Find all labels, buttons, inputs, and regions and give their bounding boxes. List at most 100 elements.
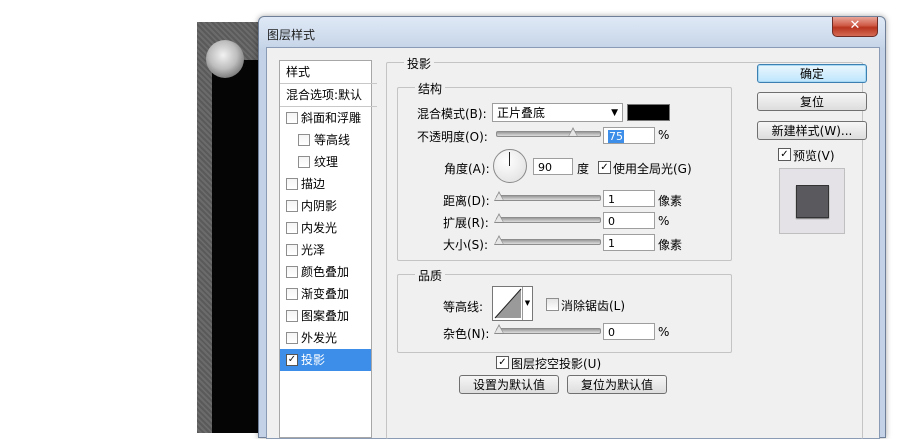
spread-value: 0 — [608, 215, 615, 228]
satin-checkbox[interactable] — [286, 244, 298, 256]
style-item-label: 颜色叠加 — [301, 265, 350, 279]
reset-button[interactable]: 复位 — [757, 92, 867, 111]
canvas-black-area — [212, 60, 261, 433]
size-slider-thumb[interactable] — [494, 235, 504, 245]
distance-label: 距离(D): — [443, 194, 490, 208]
stroke-checkbox[interactable] — [286, 178, 298, 190]
texture-checkbox[interactable] — [298, 156, 310, 168]
style-item-texture[interactable]: 纹理 — [280, 151, 371, 173]
outer-glow-checkbox[interactable] — [286, 332, 298, 344]
blend-mode-select[interactable]: 正片叠底 ▼ — [492, 103, 623, 122]
style-item-label: 图案叠加 — [301, 309, 350, 323]
chevron-down-icon[interactable]: ▼ — [522, 287, 532, 320]
close-icon: ✕ — [849, 18, 861, 33]
spread-unit: % — [658, 214, 670, 228]
close-button[interactable]: ✕ — [832, 17, 878, 37]
style-item-stroke[interactable]: 描边 — [280, 173, 371, 195]
style-item-contour[interactable]: 等高线 — [280, 129, 371, 151]
ok-button[interactable]: 确定 — [757, 64, 867, 83]
style-item-label: 内阴影 — [301, 199, 338, 213]
style-item-drop-shadow[interactable]: ✓ 投影 — [280, 349, 371, 371]
spread-slider[interactable] — [494, 213, 601, 223]
preview-checkbox[interactable]: ✓ — [778, 148, 791, 161]
angle-dial[interactable] — [493, 149, 527, 183]
structure-group-title: 结构 — [415, 80, 446, 97]
size-value: 1 — [608, 237, 615, 250]
angle-input[interactable]: 90 — [533, 158, 573, 175]
contour-picker[interactable]: ▼ — [492, 286, 533, 321]
style-item-color-overlay[interactable]: 颜色叠加 — [280, 261, 371, 283]
distance-value: 1 — [608, 193, 615, 206]
distance-slider[interactable] — [494, 191, 601, 201]
drop-shadow-group-title: 投影 — [404, 55, 435, 72]
style-item-label: 投影 — [301, 353, 326, 367]
style-preview-swatch — [796, 185, 829, 218]
chevron-down-icon: ▼ — [611, 108, 618, 118]
style-item-pattern-overlay[interactable]: 图案叠加 — [280, 305, 371, 327]
spread-input[interactable]: 0 — [603, 212, 655, 229]
layer-style-dialog: 图层样式 ✕ 样式 混合选项:默认 斜面和浮雕 等高线 纹理 描边 内阴影 内发… — [258, 16, 886, 439]
noise-slider-thumb[interactable] — [494, 324, 504, 334]
make-default-button[interactable]: 设置为默认值 — [459, 375, 559, 394]
knockout-checkbox[interactable]: ✓ — [496, 356, 509, 369]
noise-input[interactable]: 0 — [603, 323, 655, 340]
new-style-button[interactable]: 新建样式(W)... — [757, 121, 867, 140]
opacity-input[interactable]: 75 — [603, 127, 655, 144]
inner-shadow-checkbox[interactable] — [286, 200, 298, 212]
opacity-label: 不透明度(O): — [417, 130, 488, 144]
global-light-checkbox[interactable]: ✓ — [598, 161, 611, 174]
angle-value: 90 — [538, 161, 552, 174]
style-item-label: 等高线 — [314, 133, 351, 147]
style-item-satin[interactable]: 光泽 — [280, 239, 371, 261]
distance-input[interactable]: 1 — [603, 190, 655, 207]
spread-label: 扩展(R): — [443, 216, 489, 230]
antialias-label: 消除锯齿(L) — [561, 299, 626, 313]
noise-value: 0 — [608, 326, 615, 339]
size-unit: 像素 — [658, 238, 683, 252]
style-item-label: 外发光 — [301, 331, 338, 345]
shadow-color-fill — [628, 105, 669, 120]
bevel-emboss-checkbox[interactable] — [286, 112, 298, 124]
style-item-bevel-emboss[interactable]: 斜面和浮雕 — [280, 107, 371, 129]
angle-label: 角度(A): — [444, 162, 490, 176]
angle-needle — [509, 152, 510, 166]
drop-shadow-checkbox[interactable]: ✓ — [286, 354, 298, 366]
pattern-overlay-checkbox[interactable] — [286, 310, 298, 322]
style-preview-box — [779, 168, 845, 234]
opacity-slider-thumb[interactable] — [568, 127, 578, 137]
style-item-label: 斜面和浮雕 — [301, 111, 362, 125]
reset-to-default-button[interactable]: 复位为默认值 — [567, 375, 667, 394]
gradient-overlay-checkbox[interactable] — [286, 288, 298, 300]
style-item-inner-shadow[interactable]: 内阴影 — [280, 195, 371, 217]
size-label: 大小(S): — [443, 238, 489, 252]
contour-label: 等高线: — [443, 300, 484, 314]
inner-glow-checkbox[interactable] — [286, 222, 298, 234]
angle-unit: 度 — [577, 162, 590, 176]
style-item-outer-glow[interactable]: 外发光 — [280, 327, 371, 349]
blending-options-item[interactable]: 混合选项:默认 — [280, 84, 377, 107]
opacity-unit: % — [658, 128, 670, 142]
contour-checkbox[interactable] — [298, 134, 310, 146]
global-light-label: 使用全局光(G) — [613, 162, 692, 176]
style-item-inner-glow[interactable]: 内发光 — [280, 217, 371, 239]
noise-slider[interactable] — [494, 324, 601, 334]
antialias-checkbox[interactable] — [546, 298, 559, 311]
distance-unit: 像素 — [658, 194, 683, 208]
canvas-highlight-sphere — [206, 40, 244, 78]
opacity-slider[interactable] — [496, 127, 601, 137]
noise-unit: % — [658, 325, 670, 339]
size-input[interactable]: 1 — [603, 234, 655, 251]
spread-slider-thumb[interactable] — [494, 213, 504, 223]
styles-list-header[interactable]: 样式 — [280, 61, 377, 84]
blend-mode-value: 正片叠底 — [497, 106, 546, 120]
knockout-label: 图层挖空投影(U) — [511, 357, 602, 371]
dialog-title: 图层样式 — [267, 28, 316, 42]
style-item-gradient-overlay[interactable]: 渐变叠加 — [280, 283, 371, 305]
distance-slider-thumb[interactable] — [494, 191, 504, 201]
style-item-label: 纹理 — [314, 155, 339, 169]
size-slider[interactable] — [494, 235, 601, 245]
opacity-value: 75 — [608, 130, 624, 143]
shadow-color-swatch[interactable] — [627, 104, 670, 121]
color-overlay-checkbox[interactable] — [286, 266, 298, 278]
style-item-label: 描边 — [301, 177, 326, 191]
